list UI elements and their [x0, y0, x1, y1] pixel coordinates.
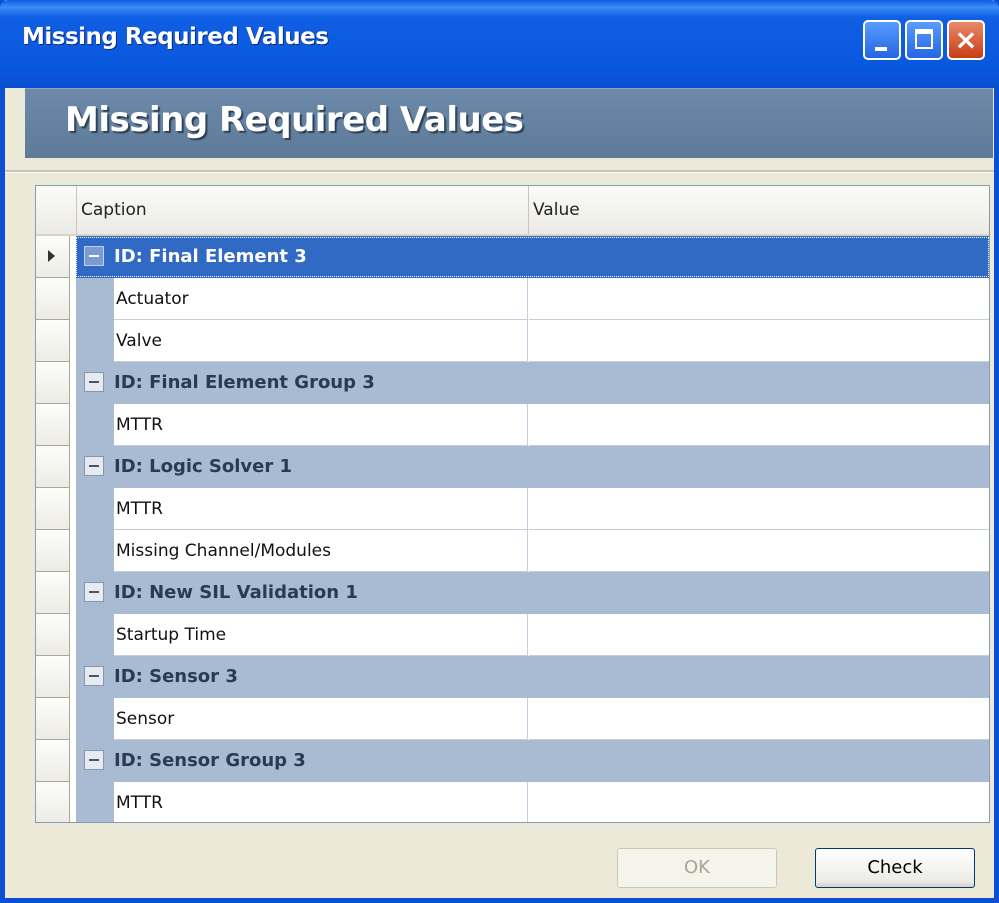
value-cell[interactable] — [529, 488, 989, 530]
group-indent — [76, 488, 114, 530]
value-cell[interactable] — [529, 278, 989, 320]
page-title: Missing Required Values — [65, 100, 524, 140]
caption-cell: Startup Time — [114, 614, 528, 656]
caption-cell: MTTR — [114, 782, 528, 822]
collapse-icon[interactable] — [84, 750, 104, 770]
ok-button[interactable]: OK — [617, 848, 777, 888]
group-label: ID: Sensor 3 — [114, 666, 238, 687]
group-row[interactable]: ID: Final Element Group 3 — [36, 362, 989, 404]
caption-cell: Actuator — [114, 278, 528, 320]
group-label: ID: New SIL Validation 1 — [114, 582, 358, 603]
group-label: ID: Final Element Group 3 — [114, 372, 375, 393]
group-indent — [76, 278, 114, 320]
table-row[interactable]: Sensor — [36, 698, 989, 740]
minimize-icon — [875, 47, 887, 51]
check-button[interactable]: Check — [815, 848, 975, 888]
maximize-icon — [915, 29, 933, 49]
table-row[interactable]: Valve — [36, 320, 989, 362]
value-cell[interactable] — [529, 320, 989, 362]
table-row[interactable]: MTTR — [36, 404, 989, 446]
value-cell[interactable] — [529, 530, 989, 572]
group-indent — [76, 698, 114, 740]
row-selector[interactable] — [36, 404, 70, 446]
caption-cell: MTTR — [114, 488, 528, 530]
collapse-icon[interactable] — [84, 582, 104, 602]
table-row[interactable]: MTTR — [36, 488, 989, 530]
header-panel: Missing Required Values — [25, 88, 993, 158]
table-row[interactable]: Missing Channel/Modules — [36, 530, 989, 572]
row-selector[interactable] — [36, 740, 70, 782]
row-selector[interactable] — [36, 236, 70, 278]
table-row[interactable]: MTTR — [36, 782, 989, 822]
group-indent — [76, 530, 114, 572]
row-selector[interactable] — [36, 488, 70, 530]
row-selector[interactable] — [36, 698, 70, 740]
row-selector[interactable] — [36, 362, 70, 404]
collapse-icon[interactable] — [84, 372, 104, 392]
value-cell[interactable] — [529, 404, 989, 446]
value-cell[interactable] — [529, 614, 989, 656]
focus-rect — [76, 237, 989, 277]
group-row[interactable]: ID: Sensor Group 3 — [36, 740, 989, 782]
row-selector[interactable] — [36, 320, 70, 362]
row-selector[interactable] — [36, 446, 70, 488]
group-row[interactable]: ID: Sensor 3 — [36, 656, 989, 698]
group-indent — [76, 782, 114, 822]
collapse-icon[interactable] — [84, 456, 104, 476]
close-button[interactable]: × — [947, 20, 985, 60]
grid-header: Caption Value — [36, 186, 989, 236]
dialog-window: Missing Required Values × Missing Requir… — [0, 0, 999, 903]
header-divider — [5, 170, 994, 173]
group-row[interactable]: ID: Final Element 3 — [36, 236, 989, 278]
title-bar[interactable]: Missing Required Values × — [0, 0, 999, 88]
group-indent — [76, 404, 114, 446]
caption-cell: MTTR — [114, 404, 528, 446]
caption-cell: Missing Channel/Modules — [114, 530, 528, 572]
maximize-button[interactable] — [905, 20, 943, 60]
group-row[interactable]: ID: Logic Solver 1 — [36, 446, 989, 488]
column-header-caption[interactable]: Caption — [76, 186, 147, 234]
row-selector[interactable] — [36, 572, 70, 614]
minimize-button[interactable] — [863, 20, 901, 60]
column-header-value[interactable]: Value — [528, 186, 580, 234]
row-selector[interactable] — [36, 656, 70, 698]
window-title: Missing Required Values — [22, 24, 329, 50]
group-indent — [76, 614, 114, 656]
group-label: ID: Sensor Group 3 — [114, 750, 306, 771]
values-grid[interactable]: Caption Value ID: Final Element 3 Actuato… — [35, 185, 990, 823]
value-cell[interactable] — [529, 698, 989, 740]
table-row[interactable]: Startup Time — [36, 614, 989, 656]
value-cell[interactable] — [529, 782, 989, 822]
current-row-arrow-icon — [48, 250, 55, 262]
row-selector[interactable] — [36, 782, 70, 822]
collapse-icon[interactable] — [84, 666, 104, 686]
close-icon: × — [954, 23, 978, 56]
caption-cell: Sensor — [114, 698, 528, 740]
caption-cell: Valve — [114, 320, 528, 362]
group-indent — [76, 320, 114, 362]
row-selector[interactable] — [36, 614, 70, 656]
row-selector[interactable] — [36, 278, 70, 320]
table-row[interactable]: Actuator — [36, 278, 989, 320]
group-row[interactable]: ID: New SIL Validation 1 — [36, 572, 989, 614]
group-label: ID: Logic Solver 1 — [114, 456, 293, 477]
row-selector[interactable] — [36, 530, 70, 572]
